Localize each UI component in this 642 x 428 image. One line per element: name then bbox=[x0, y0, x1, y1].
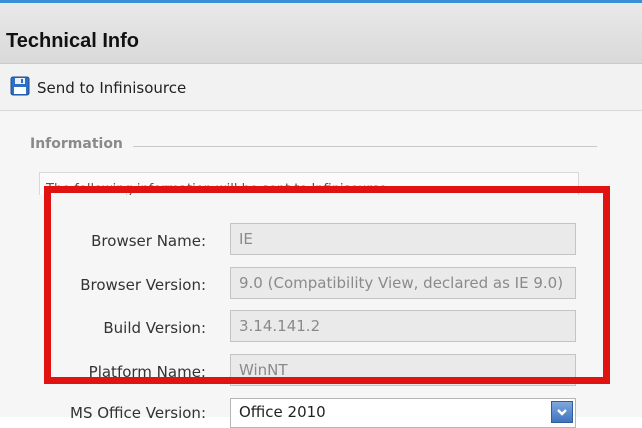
ms-office-version-label: MS Office Version: bbox=[70, 404, 206, 422]
title-bar: Technical Info bbox=[0, 3, 642, 64]
toolbar: Send to Infinisource bbox=[0, 64, 642, 111]
ms-office-version-value: Office 2010 bbox=[239, 403, 326, 421]
highlight-annotation bbox=[44, 186, 610, 384]
legend-divider bbox=[133, 146, 597, 147]
send-to-infinisource-button[interactable]: Send to Infinisource bbox=[10, 76, 186, 100]
page-title: Technical Info bbox=[6, 30, 139, 52]
information-legend: Information bbox=[30, 136, 123, 152]
ms-office-version-select[interactable]: Office 2010 bbox=[230, 398, 576, 428]
save-icon bbox=[10, 76, 30, 100]
dropdown-button[interactable] bbox=[551, 401, 573, 423]
send-button-label: Send to Infinisource bbox=[37, 79, 187, 97]
